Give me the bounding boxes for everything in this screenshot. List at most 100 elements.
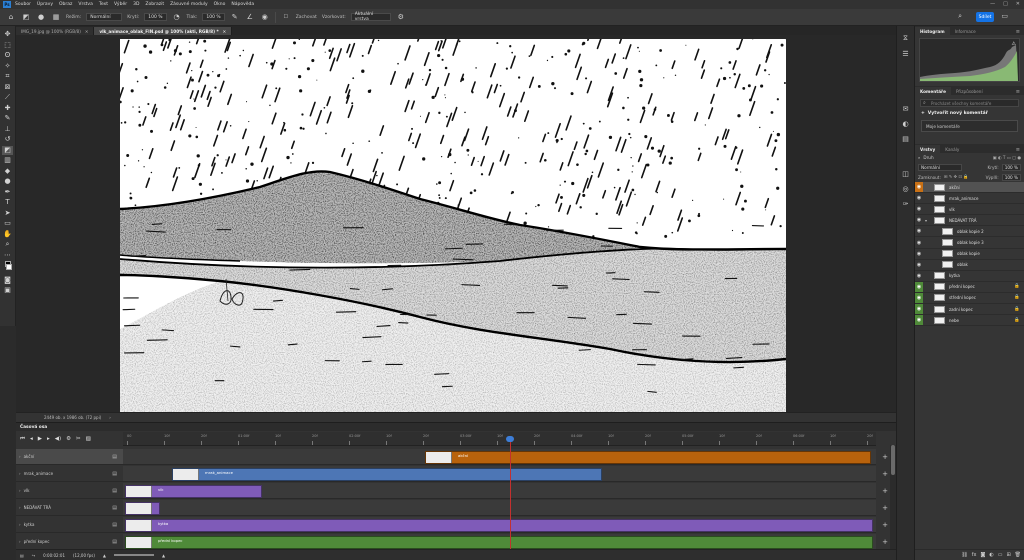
type-tool-icon[interactable]: T	[2, 198, 13, 208]
quick-mask-icon[interactable]: ◙	[2, 276, 13, 286]
visibility-eye-icon[interactable]: ◉	[915, 215, 923, 225]
properties-panel-icon[interactable]: ☰	[902, 50, 908, 58]
brush-tool-icon[interactable]: ✎	[2, 114, 13, 124]
track-lane[interactable]: mrak_animace	[123, 466, 876, 482]
menu-item-view[interactable]: Zobrazit	[145, 2, 164, 7]
visibility-eye-icon[interactable]: ◉	[915, 193, 923, 203]
audio-icon[interactable]: ◀)	[55, 436, 61, 442]
expand-arrow-icon[interactable]: ›	[19, 454, 21, 459]
hand-tool-icon[interactable]: ✋	[2, 230, 13, 240]
status-arrow-icon[interactable]: ›	[109, 415, 111, 420]
film-icon[interactable]: ▤	[112, 488, 117, 494]
film-icon[interactable]: ▤	[112, 539, 117, 545]
film-icon[interactable]: ▤	[112, 454, 117, 460]
paths-panel-icon[interactable]: ✑	[903, 200, 909, 208]
blend-mode-select[interactable]: Normální	[918, 163, 962, 171]
erase-history-checkbox[interactable]: ☐	[281, 12, 291, 22]
workspace-icon[interactable]: ▭	[1001, 12, 1008, 20]
menu-item-help[interactable]: Nápověda	[231, 2, 254, 7]
panel-menu-icon[interactable]: ≡	[1016, 147, 1020, 153]
track-lane[interactable]: přední kopec	[123, 534, 876, 550]
visibility-eye-icon[interactable]: ◉	[915, 204, 923, 214]
settings-icon[interactable]: ⚙	[66, 436, 71, 442]
home-icon[interactable]: ⌂	[6, 12, 16, 22]
convert-frames-icon[interactable]: ▤	[20, 553, 24, 558]
track-lane[interactable]: akční	[123, 449, 876, 465]
pen-tool-icon[interactable]: ✒	[2, 188, 13, 198]
split-icon[interactable]: ✂	[76, 436, 81, 442]
visibility-eye-icon[interactable]: ◉	[915, 260, 923, 270]
symmetry-icon[interactable]: ⚙	[396, 12, 406, 22]
next-frame-icon[interactable]: ▸	[47, 436, 50, 442]
lock-icons[interactable]: ⊞ ✎ ✥ ⊡ 🔒	[944, 174, 969, 180]
tab-channels[interactable]: Kanály	[940, 145, 964, 153]
visibility-eye-icon[interactable]: ◉	[915, 292, 923, 304]
track-lane[interactable]: vlk	[123, 483, 876, 499]
layer-row[interactable]: ◉ oblak kopie 2	[915, 226, 1024, 238]
timeline-clip[interactable]: vlk	[125, 485, 262, 498]
angle-icon[interactable]: ∠	[245, 12, 255, 22]
track-header[interactable]: › akční ▤	[16, 449, 123, 465]
move-tool-icon[interactable]: ✥	[2, 30, 13, 40]
background-color-swatch[interactable]	[6, 264, 12, 271]
mode-select[interactable]: Normální	[86, 13, 123, 21]
channels-panel-icon[interactable]: ◎	[902, 185, 908, 193]
fx-icon[interactable]: fx	[972, 552, 977, 558]
crop-tool-icon[interactable]: ⌗	[2, 72, 13, 82]
gradient-tool-icon[interactable]: ▥	[2, 156, 13, 166]
eraser-tool-icon[interactable]: ◩	[2, 145, 13, 155]
track-header[interactable]: › NEDÁVAT TRÁ ▤	[16, 500, 123, 516]
menu-item-3d[interactable]: 3D	[133, 2, 139, 7]
transition-icon[interactable]: ▨	[86, 436, 91, 442]
minimize-icon[interactable]: —	[990, 1, 995, 7]
track-lane[interactable]: kytka	[123, 517, 876, 533]
adjustment-icon[interactable]: ◐	[989, 552, 993, 558]
track-header[interactable]: › přední kopec ▤	[16, 534, 123, 550]
playhead-handle[interactable]	[506, 436, 514, 442]
menu-item-file[interactable]: Soubor	[15, 2, 31, 7]
shape-tool-icon[interactable]: ▭	[2, 219, 13, 229]
tab-info[interactable]: Informace	[950, 27, 981, 35]
sample-select[interactable]: Aktuální vrstva	[350, 12, 391, 22]
visibility-eye-icon[interactable]: ◉	[915, 237, 923, 247]
lock-icon[interactable]: 🔒	[1014, 307, 1020, 312]
film-icon[interactable]: ▤	[112, 471, 117, 477]
new-layer-icon[interactable]: ⊞	[1006, 552, 1010, 558]
film-icon[interactable]: ▤	[112, 505, 117, 511]
visibility-eye-icon[interactable]: ◉	[915, 271, 923, 281]
track-lane[interactable]	[123, 500, 876, 516]
timeline-clip[interactable]	[125, 502, 160, 515]
brush-settings-icon[interactable]: ▦	[51, 12, 61, 22]
libraries-panel-icon[interactable]: ▤	[902, 135, 909, 143]
stamp-tool-icon[interactable]: ⊥	[2, 125, 13, 135]
layer-row[interactable]: ◉ mrak_animace	[915, 193, 1024, 205]
tab-customize[interactable]: Přizpůsobení	[951, 87, 988, 95]
layer-row[interactable]: ◉ střední kopec 🔒	[915, 292, 1024, 305]
menu-item-image[interactable]: Obraz	[59, 2, 72, 7]
pressure-size-icon[interactable]: ◉	[260, 12, 270, 22]
track-header[interactable]: › kytka ▤	[16, 517, 123, 533]
first-frame-icon[interactable]: ⏮	[20, 436, 25, 443]
path-select-tool-icon[interactable]: ➤	[2, 209, 13, 219]
link-icon[interactable]: ⛓	[961, 552, 967, 558]
zoom-out-icon[interactable]: ▲	[103, 553, 106, 558]
warning-icon[interactable]: ⚠	[1012, 41, 1016, 47]
comments-search-input[interactable]: Procházet všechny komentáře	[920, 99, 1019, 107]
screen-mode-icon[interactable]: ▣	[2, 286, 13, 296]
film-icon[interactable]: ▤	[112, 522, 117, 528]
more-tools-icon[interactable]: ⋯	[2, 251, 13, 261]
tab-vlk-animace[interactable]: vlk_animace_oblak_FIN.psd @ 100% (akti, …	[94, 27, 233, 35]
zoom-in-icon[interactable]: ▲	[162, 553, 165, 558]
search-icon[interactable]: ⌕	[958, 12, 962, 21]
menu-item-edit[interactable]: Úpravy	[37, 2, 53, 7]
layer-row[interactable]: ◉ zadní kopec 🔒	[915, 304, 1024, 316]
opacity-field[interactable]: 100 %	[144, 13, 167, 21]
comments-filter-select[interactable]: Moje komentáře	[921, 120, 1018, 132]
tab-layers[interactable]: Vrstvy	[915, 145, 941, 153]
layer-row[interactable]: ◉ akční	[915, 182, 1024, 194]
healing-tool-icon[interactable]: ✚	[2, 104, 13, 114]
prev-frame-icon[interactable]: ◂	[30, 436, 33, 442]
mask-icon[interactable]: ◙	[980, 552, 985, 558]
play-icon[interactable]: ▶	[38, 436, 42, 442]
track-header[interactable]: › vlk ▤	[16, 483, 123, 499]
